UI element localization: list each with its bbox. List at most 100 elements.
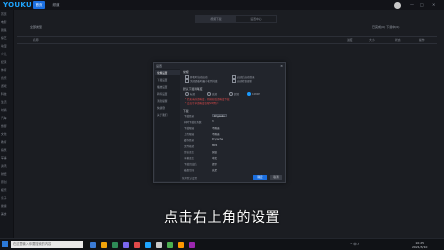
sub-tabs: 视频下载 设置中心 (195, 15, 277, 23)
minimize-icon[interactable]: — (410, 2, 414, 7)
user-avatar[interactable] (394, 1, 401, 9)
row-value[interactable]: 国语 (212, 150, 217, 154)
dir-label: 下载目录 (184, 115, 195, 118)
sidebar-item[interactable]: 旅游 (1, 124, 7, 128)
taskbar-app-icon[interactable] (134, 241, 140, 248)
sidebar-item[interactable]: 首页 (1, 12, 7, 16)
clock-date: 2021/3/10 (412, 244, 428, 249)
taskbar: 在这里输入你要搜索的内容 ^ 中 ♪ 10:25 2021/3/10 (0, 238, 444, 250)
row-value[interactable]: MP4 (212, 144, 217, 147)
sidebar-item[interactable]: 综艺 (1, 36, 7, 40)
nav-item-playback[interactable]: 播放设置 (157, 85, 167, 89)
radio-shd[interactable]: 超清 (229, 92, 239, 96)
table-header: 名称 进度 大小 状态 操作 (17, 36, 437, 44)
sidebar-item[interactable]: 文化 (1, 132, 7, 136)
sidebar-item[interactable]: 汽车 (1, 116, 7, 120)
tab-settings[interactable]: 设置中心 (236, 16, 276, 22)
sidebar-item[interactable]: 娱乐 (1, 188, 7, 192)
taskbar-search-input[interactable]: 在这里输入你要搜索的内容 (11, 241, 83, 248)
section-general: 常规 (183, 70, 189, 74)
column-header: 进度 (347, 38, 353, 42)
radio-1080p[interactable]: 1080P (247, 92, 260, 96)
windows-start-icon[interactable] (2, 241, 8, 247)
option-minimize-tray[interactable]: 关闭面板时最小化到托盘 (185, 79, 218, 83)
row-label: 缓存目录 (184, 139, 195, 142)
row-label: 同时下载任务数 (184, 121, 202, 124)
maximize-icon[interactable]: □ (420, 2, 424, 7)
row-label: 字幕语言 (184, 157, 195, 160)
nav-item-download[interactable]: 下载设置 (157, 78, 167, 82)
sidebar-item[interactable]: 音乐 (1, 76, 7, 80)
system-tray[interactable]: ^ 中 ♪ (350, 242, 359, 246)
sidebar-item[interactable]: 剧集 (1, 28, 7, 32)
taskbar-app-icon[interactable] (167, 241, 173, 248)
sidebar-item[interactable]: 纪录 (1, 60, 7, 64)
taskbar-app-icon[interactable] (156, 241, 162, 248)
row-value[interactable]: 中文 (212, 156, 217, 160)
ok-button[interactable]: 确定 (253, 175, 267, 180)
filter-status: 已完成(0) 下载中(0) (372, 25, 400, 29)
row-label: 下载限速 (184, 127, 195, 130)
section-download: 下载 (183, 109, 189, 113)
row-value[interactable]: 3 (212, 120, 214, 123)
taskbar-app-icon[interactable] (101, 241, 107, 248)
row-value[interactable]: 提示 (212, 162, 217, 166)
column-header: 操作 (419, 38, 425, 42)
youku-logo: YOUKU (3, 1, 32, 9)
sidebar-item[interactable]: 游戏 (1, 84, 7, 88)
taskbar-app-icon[interactable] (145, 241, 151, 248)
section-quality: 默认下载清晰度 (183, 87, 203, 91)
restore-defaults-link[interactable]: 恢复默认设置 (182, 176, 197, 180)
settings-nav: 常规设置 下载设置 播放设置 转码设置 消息提醒 快捷键 关于我们 (155, 69, 180, 181)
sidebar-item[interactable]: 亲子 (1, 196, 7, 200)
row-value[interactable]: 充足 (212, 168, 217, 172)
nav-item-notify[interactable]: 消息提醒 (157, 99, 167, 103)
sidebar-item[interactable]: 军事 (1, 156, 7, 160)
cancel-button[interactable]: 取消 (270, 175, 282, 180)
close-icon[interactable]: ✕ (432, 2, 435, 7)
nav-item-about[interactable]: 关于我们 (157, 113, 167, 117)
nav-item-hotkeys[interactable]: 快捷键 (157, 106, 165, 110)
taskbar-app-icon[interactable] (178, 241, 184, 248)
radio-sd[interactable]: 标清 (185, 92, 195, 96)
taskbar-app-icon[interactable] (123, 241, 129, 248)
row-value[interactable]: D:\cache (212, 138, 223, 141)
sidebar-item[interactable]: 教育 (1, 140, 7, 144)
row-label: 上传限速 (184, 133, 195, 136)
taskbar-app-icon[interactable] (189, 241, 195, 248)
nav-item-transcode[interactable]: 转码设置 (157, 92, 167, 96)
video-subtitle: 点击右上角的设置 (164, 210, 280, 226)
row-label: 文件格式 (184, 145, 195, 148)
option-autoupdate[interactable]: 自动检查更新 (232, 79, 252, 83)
nav-item-general[interactable]: 常规设置 (157, 71, 167, 75)
row-label: 磁盘空间 (184, 169, 195, 172)
sidebar-item[interactable]: 电影 (1, 20, 7, 24)
title-bar: YOUKU 首页 频道 — □ ✕ (0, 0, 444, 10)
vip-warning: * 会员专享清晰度仅限VIP用户 (185, 102, 219, 105)
sidebar-item[interactable]: 财经 (1, 172, 7, 176)
sidebar-item[interactable]: 生活 (1, 100, 7, 104)
sidebar-item[interactable]: 动漫 (1, 44, 7, 48)
sidebar-item[interactable]: 科技 (1, 92, 7, 96)
column-header: 名称 (33, 38, 39, 42)
filter-dropdown[interactable]: 全部类型 (30, 25, 42, 29)
dialog-close-icon[interactable]: × (280, 64, 283, 68)
sidebar-item[interactable]: 时尚 (1, 108, 7, 112)
sidebar-item[interactable]: 搞笑 (1, 148, 7, 152)
sidebar-item[interactable]: 资讯 (1, 164, 7, 168)
sidebar-item[interactable]: 少儿 (1, 52, 7, 56)
dialog-title: 设置 (156, 64, 163, 68)
tab-downloads[interactable]: 视频下载 (196, 16, 236, 22)
taskbar-app-icon[interactable] (112, 241, 118, 248)
clock[interactable]: 10:25 2021/3/10 (412, 241, 427, 249)
taskbar-app-icon[interactable] (90, 241, 96, 248)
column-header: 大小 (369, 38, 375, 42)
sidebar-item[interactable]: 体育 (1, 68, 7, 72)
sidebar-item[interactable]: 原创 (1, 180, 7, 184)
dir-input[interactable]: D:\youku (212, 113, 227, 118)
radio-hd[interactable]: 高清 (207, 92, 217, 96)
tab-home[interactable]: 首页 (33, 1, 45, 9)
tab-channel[interactable]: 频道 (50, 1, 62, 9)
row-value[interactable]: 不限速 (212, 126, 220, 130)
row-value[interactable]: 不限速 (212, 132, 220, 136)
